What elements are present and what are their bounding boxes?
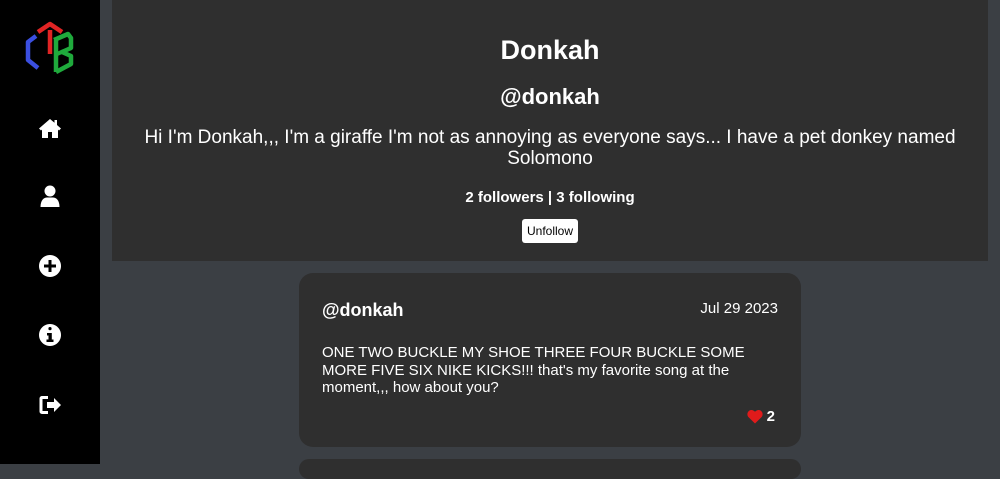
- like-button[interactable]: 2: [747, 408, 775, 425]
- nav-about[interactable]: [36, 321, 64, 349]
- nav-home[interactable]: [36, 114, 64, 142]
- profile-bio: Hi I'm Donkah,,, I'm a giraffe I'm not a…: [144, 127, 956, 169]
- post-card: [299, 459, 801, 479]
- info-icon: [39, 324, 62, 346]
- profile-header: Donkah @donkah Hi I'm Donkah,,, I'm a gi…: [112, 0, 988, 261]
- unfollow-button[interactable]: Unfollow: [522, 219, 578, 243]
- nav-profile[interactable]: [36, 182, 64, 210]
- plus-circle-icon: [39, 255, 62, 277]
- main-content: Donkah @donkah Hi I'm Donkah,,, I'm a gi…: [100, 0, 1000, 479]
- nav-create-post[interactable]: [36, 252, 64, 280]
- like-count: 2: [766, 408, 775, 425]
- profile-name: Donkah: [500, 35, 600, 65]
- heart-icon: [747, 410, 763, 424]
- nav-logout[interactable]: [36, 391, 64, 419]
- ctb-cube-logo[interactable]: [24, 18, 76, 76]
- follow-stats: 2 followers | 3 following: [465, 189, 635, 206]
- user-icon: [40, 185, 60, 207]
- home-icon: [39, 119, 61, 138]
- post-card: @donkah Jul 29 2023 ONE TWO BUCKLE MY SH…: [299, 273, 801, 447]
- post-author-handle[interactable]: @donkah: [322, 300, 404, 321]
- post-body: ONE TWO BUCKLE MY SHOE THREE FOUR BUCKLE…: [322, 344, 745, 396]
- sign-out-icon: [39, 396, 61, 414]
- profile-handle: @donkah: [500, 84, 600, 109]
- sidebar: [0, 0, 100, 464]
- post-date: Jul 29 2023: [700, 300, 778, 317]
